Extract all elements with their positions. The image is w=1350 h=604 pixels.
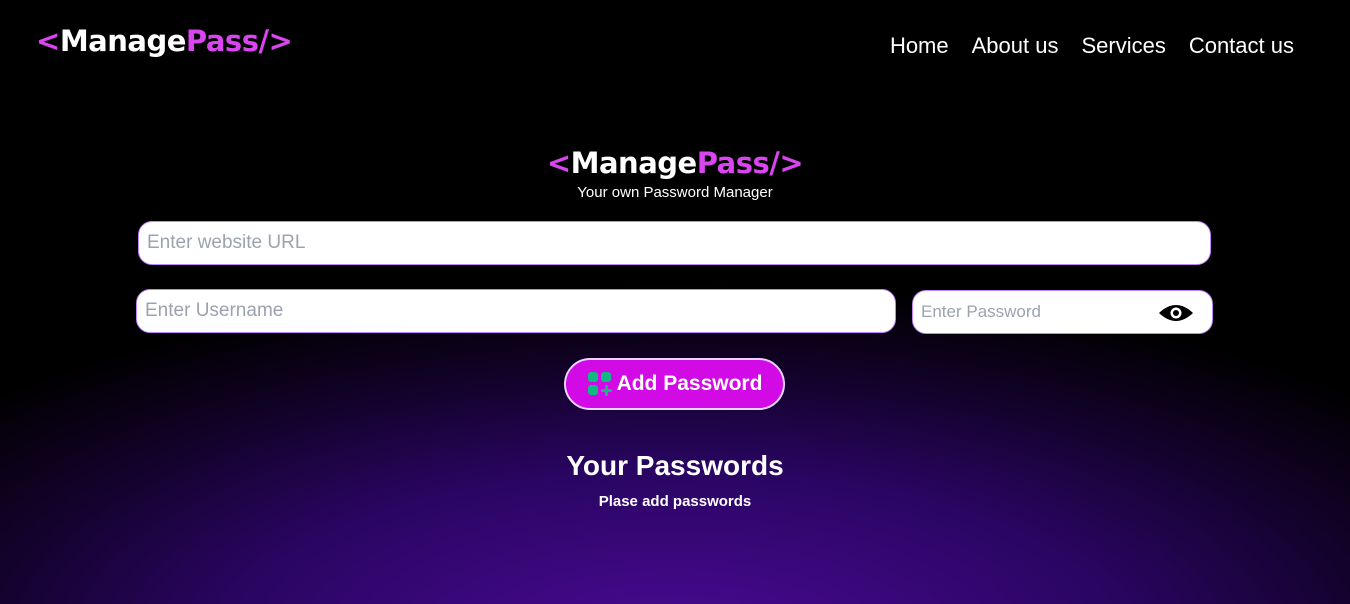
logo-manage-text: Manage: [59, 24, 187, 58]
website-url-input[interactable]: [139, 222, 1210, 264]
passwords-heading: Your Passwords: [566, 450, 784, 481]
hero-logo: <ManagePass/>: [0, 146, 1350, 180]
brand-logo[interactable]: <ManagePass/>: [36, 24, 293, 58]
add-grid-icon: [587, 371, 613, 397]
username-field-wrapper: [136, 289, 896, 333]
url-field-wrapper: [138, 221, 1211, 265]
nav-contact-link[interactable]: Contact us: [1189, 33, 1294, 59]
username-input[interactable]: [137, 290, 895, 332]
add-password-label: Add Password: [616, 372, 763, 395]
password-field-wrapper: [912, 290, 1213, 334]
nav-services-link[interactable]: Services: [1081, 33, 1165, 59]
tagline: Your own Password Manager: [577, 184, 773, 201]
hero-logo-bracket: <: [546, 146, 571, 180]
logo-bracket: <: [36, 24, 60, 58]
empty-passwords-message: Plase add passwords: [598, 493, 752, 510]
hero-logo-pass-text: Pass/>: [696, 146, 804, 180]
logo-pass-text: Pass/>: [185, 24, 293, 58]
nav-links: Home About us Services Contact us: [890, 33, 1294, 59]
eye-icon[interactable]: [1158, 303, 1194, 323]
hero-logo-manage-text: Manage: [570, 146, 698, 180]
nav-home-link[interactable]: Home: [890, 33, 949, 59]
nav-about-link[interactable]: About us: [972, 33, 1059, 59]
add-password-button[interactable]: Add Password: [564, 358, 785, 410]
navbar: <ManagePass/> Home About us Services Con…: [0, 0, 1350, 90]
